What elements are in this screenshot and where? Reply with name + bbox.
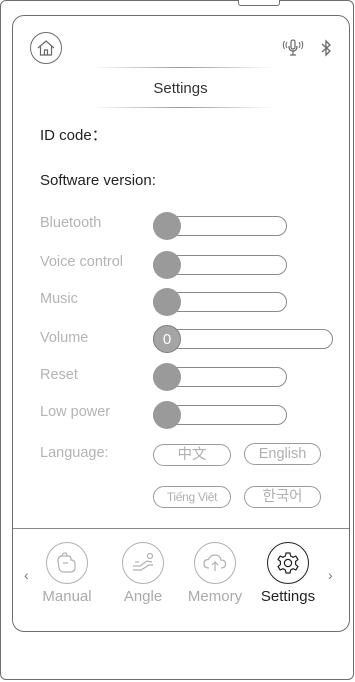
bluetooth-label: Bluetooth xyxy=(40,215,102,231)
home-icon xyxy=(37,40,55,56)
volume-label: Volume xyxy=(40,330,89,346)
music-label: Music xyxy=(40,291,78,307)
voice-control-label: Voice control xyxy=(40,254,124,270)
hand-icon xyxy=(57,552,76,573)
language-chinese-button[interactable]: 中文 xyxy=(153,444,231,466)
reset-label: Reset xyxy=(40,367,78,383)
home-button[interactable] xyxy=(30,32,62,64)
nav-item-angle[interactable]: Angle xyxy=(111,542,175,605)
voice-control-toggle-knob xyxy=(153,251,181,279)
language-english-button[interactable]: English xyxy=(244,443,321,465)
title-top-divider xyxy=(93,67,273,68)
low-power-label: Low power xyxy=(40,404,111,420)
nav-label-angle: Angle xyxy=(123,588,163,605)
recline-icon xyxy=(133,552,154,571)
id-code-label: ID code： xyxy=(40,127,107,144)
voice-control-toggle[interactable] xyxy=(153,251,287,279)
music-toggle[interactable] xyxy=(153,288,287,316)
cloud-upload-icon xyxy=(203,554,227,571)
voice-icon xyxy=(282,39,304,56)
reset-toggle[interactable] xyxy=(153,363,287,391)
language-label: Language: xyxy=(40,445,109,461)
settings-panel: Settings ID code： Software version: Blue… xyxy=(12,15,350,632)
low-power-toggle-knob xyxy=(153,401,181,429)
nav-prev-arrow[interactable]: ‹ xyxy=(24,567,29,583)
nav-label-manual: Manual xyxy=(42,588,92,605)
volume-slider-knob[interactable]: 0 xyxy=(153,325,181,353)
bluetooth-toggle-knob xyxy=(153,212,181,240)
bluetooth-icon xyxy=(321,39,331,57)
title-bottom-divider xyxy=(93,107,273,108)
volume-slider[interactable]: 0 xyxy=(153,325,333,353)
low-power-toggle[interactable] xyxy=(153,401,287,429)
nav-angle-button[interactable] xyxy=(122,542,164,584)
gear-icon xyxy=(277,552,299,574)
nav-settings-button[interactable] xyxy=(267,542,309,584)
nav-item-manual[interactable]: Manual xyxy=(35,542,99,605)
music-toggle-knob xyxy=(153,288,181,316)
nav-item-settings[interactable]: Settings xyxy=(256,542,320,605)
language-vietnamese-button[interactable]: Tiếng Việt xyxy=(153,486,231,508)
nav-memory-button[interactable] xyxy=(194,542,236,584)
nav-label-memory: Memory xyxy=(187,588,243,605)
nav-top-divider xyxy=(13,528,349,529)
nav-label-settings: Settings xyxy=(260,588,316,605)
language-korean-button[interactable]: 한국어 xyxy=(244,486,321,508)
page-title: Settings xyxy=(153,80,208,97)
nav-item-memory[interactable]: Memory xyxy=(183,542,247,605)
nav-next-arrow[interactable]: › xyxy=(328,567,333,583)
nav-manual-button[interactable] xyxy=(46,542,88,584)
device-notch xyxy=(238,0,280,6)
bluetooth-toggle[interactable] xyxy=(153,212,287,240)
software-version-label: Software version: xyxy=(40,172,156,189)
reset-toggle-knob xyxy=(153,363,181,391)
